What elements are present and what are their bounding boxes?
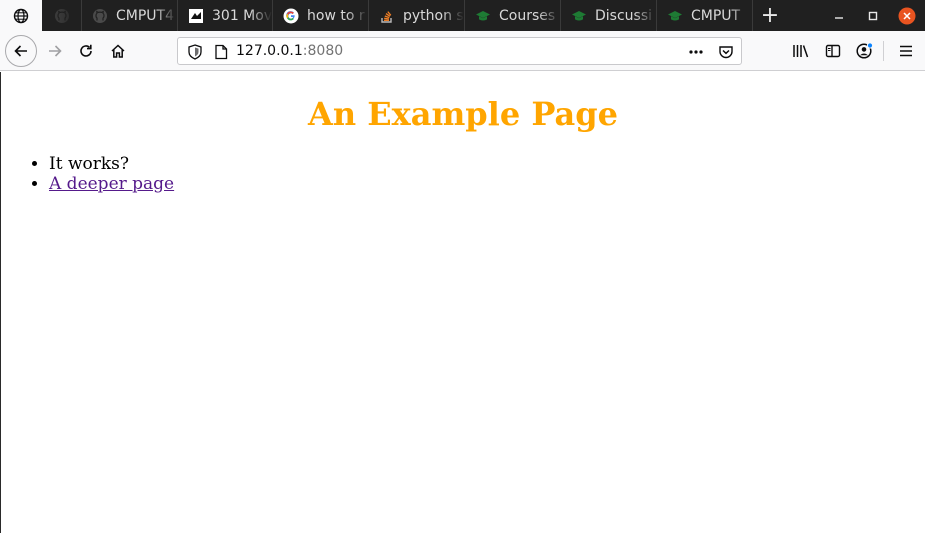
account-button[interactable] (850, 35, 880, 67)
pocket-icon[interactable] (718, 44, 734, 60)
url-host: 127.0.0.1 (236, 43, 303, 59)
forward-button[interactable] (40, 35, 70, 67)
navigation-toolbar: 127.0.0.1:8080 (0, 31, 925, 71)
tab-discussion[interactable]: Discussi (561, 0, 657, 31)
home-button[interactable] (103, 35, 133, 67)
page-favicon-icon (188, 8, 204, 24)
page-heading: An Example Page (308, 95, 618, 133)
graduation-cap-icon (667, 8, 683, 24)
back-button[interactable] (5, 35, 37, 67)
url-port: :8080 (302, 43, 344, 59)
page-actions-menu-icon[interactable] (688, 44, 704, 60)
minimize-button[interactable] (822, 0, 856, 31)
tab-label: Courses (499, 7, 556, 24)
new-tab-button[interactable]: + (753, 0, 787, 31)
globe-icon (13, 8, 29, 24)
account-icon (856, 42, 874, 59)
deeper-page-link[interactable]: A deeper page (49, 174, 174, 194)
graduation-cap-icon (571, 8, 587, 24)
toolbar-separator (883, 41, 884, 61)
arrow-left-icon (14, 45, 27, 57)
tracking-protection-shield-icon[interactable] (187, 44, 203, 60)
sidebar-icon (825, 44, 841, 58)
sidebar-button[interactable] (818, 35, 848, 67)
tab-label: Discussi (595, 7, 653, 24)
arrow-right-icon (49, 45, 62, 57)
item-list: It works? A deeper page (1, 154, 925, 194)
tab-how-to[interactable]: how to r (273, 0, 369, 31)
page-info-icon[interactable] (213, 44, 229, 60)
tab-label: how to r (307, 7, 365, 24)
tab-strip: CMPUT4 301 Mov how to r python s Courses… (0, 0, 925, 31)
github-icon (54, 8, 70, 24)
reload-button[interactable] (71, 35, 101, 67)
tab-pinned-github[interactable] (42, 0, 82, 31)
list-item: A deeper page (49, 174, 925, 194)
list-item-text: It works? (49, 154, 130, 174)
github-icon (92, 8, 108, 24)
plus-icon: + (760, 3, 780, 28)
tab-courses[interactable]: Courses (465, 0, 561, 31)
list-item: It works? (49, 154, 925, 174)
home-icon (111, 44, 125, 58)
open-menu-button[interactable] (891, 35, 921, 67)
url-text[interactable]: 127.0.0.1:8080 (236, 43, 343, 59)
google-icon (283, 8, 299, 24)
tab-cmput4[interactable]: CMPUT4 (82, 0, 178, 31)
tab-label: CMPUT (691, 7, 741, 24)
minimize-icon (835, 16, 843, 19)
hamburger-menu-icon (900, 45, 912, 57)
tab-python[interactable]: python s (369, 0, 465, 31)
tab-label: 301 Mov (212, 7, 273, 24)
library-button[interactable] (786, 35, 816, 67)
tab-label: python s (403, 7, 464, 24)
page-content: An Example Page It works? A deeper page (0, 72, 925, 533)
maximize-icon (868, 11, 878, 20)
maximize-button[interactable] (856, 0, 890, 31)
graduation-cap-icon (475, 8, 491, 24)
tab-current-page[interactable] (0, 0, 42, 31)
stackoverflow-icon (379, 8, 395, 24)
tab-301-mov[interactable]: 301 Mov (178, 0, 273, 31)
url-bar[interactable]: 127.0.0.1:8080 (177, 37, 742, 65)
tab-cmput[interactable]: CMPUT (657, 0, 753, 31)
library-icon (793, 45, 809, 58)
tab-label: CMPUT4 (116, 7, 175, 24)
close-icon (898, 7, 916, 24)
reload-icon (80, 44, 92, 57)
close-window-button[interactable] (890, 0, 924, 31)
